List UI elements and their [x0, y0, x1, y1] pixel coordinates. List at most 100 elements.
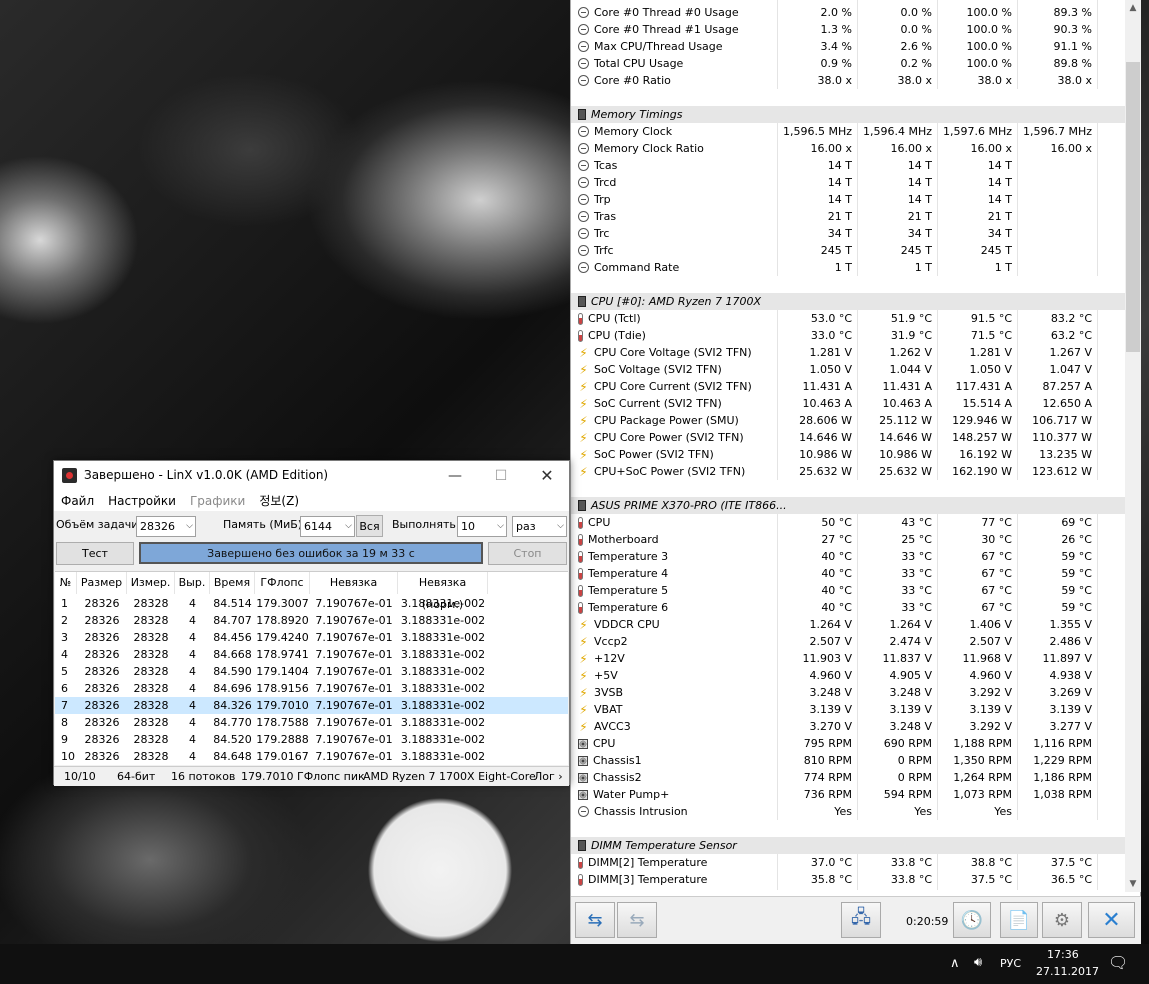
- sensor-group-header[interactable]: CPU [#0]: AMD Ryzen 7 1700X: [571, 293, 1125, 310]
- sensor-row[interactable]: Memory Clock 1,596.5 MHz 1,596.4 MHz 1,597.…: [571, 123, 1125, 140]
- sensor-row[interactable]: Trcd 14 T 14 T 14 T: [571, 174, 1125, 191]
- notifications-icon[interactable]: 🗨︎: [1108, 953, 1128, 972]
- sensor-row[interactable]: Chassis1 810 RPM 0 RPM 1,350 RPM 1,229 RPM: [571, 752, 1125, 769]
- sensor-row[interactable]: Trfc 245 T 245 T 245 T: [571, 242, 1125, 259]
- scroll-up-arrow-icon[interactable]: ▲: [1125, 0, 1141, 16]
- log-toggle[interactable]: Лог ›: [534, 770, 563, 783]
- column-header[interactable]: ГФлопс: [255, 572, 310, 594]
- sensor-row[interactable]: Max CPU/Thread Usage 3.4 % 2.6 % 100.0 % 91.…: [571, 38, 1125, 55]
- expand-columns-button[interactable]: ⇆: [575, 902, 615, 938]
- sensor-row[interactable]: Chassis2 774 RPM 0 RPM 1,264 RPM 1,186 RPM: [571, 769, 1125, 786]
- chevron-up-icon[interactable]: ∧: [950, 956, 960, 971]
- sensor-row[interactable]: Temperature 6 40 °C 33 °C 67 °C 59 °C: [571, 599, 1125, 616]
- table-row[interactable]: 9 28326 28328 4 84.520 179.2888 7.190767e-01 3.…: [55, 731, 568, 748]
- sensor-row[interactable]: CPU (Tctl) 53.0 °C 51.9 °C 91.5 °C 83.2 °C: [571, 310, 1125, 327]
- sensor-row[interactable]: ⚡ AVCC3 3.270 V 3.248 V 3.292 V 3.277 V: [571, 718, 1125, 735]
- all-memory-button[interactable]: Вся: [356, 515, 383, 537]
- stop-button[interactable]: Стоп: [488, 542, 567, 565]
- clock-date[interactable]: 27.11.2017: [1036, 965, 1099, 978]
- sensor-row[interactable]: ⚡ SoC Current (SVI2 TFN) 10.463 A 10.463 A 1…: [571, 395, 1125, 412]
- column-header[interactable]: №: [55, 572, 77, 594]
- sensor-row[interactable]: ⚡ 3VSB 3.248 V 3.248 V 3.292 V 3.269 V: [571, 684, 1125, 701]
- sensor-row[interactable]: CPU (Tdie) 33.0 °C 31.9 °C 71.5 °C 63.2 °C: [571, 327, 1125, 344]
- close-window-button[interactable]: ✕: [524, 461, 570, 490]
- maximize-button[interactable]: ☐: [478, 461, 524, 490]
- scroll-down-arrow-icon[interactable]: ▼: [1125, 876, 1141, 892]
- sensor-row[interactable]: DIMM[2] Temperature 37.0 °C 33.8 °C 38.8 °C…: [571, 854, 1125, 871]
- network-button[interactable]: 🖧: [841, 902, 881, 938]
- sensor-group-header[interactable]: Memory Timings: [571, 106, 1125, 123]
- minimize-button[interactable]: —: [432, 461, 478, 490]
- sensor-row[interactable]: Chassis Intrusion Yes Yes Yes: [571, 803, 1125, 820]
- task-size-select[interactable]: 28326 ⌵: [136, 516, 196, 537]
- table-row[interactable]: 10 28326 28328 4 84.648 179.0167 7.190767e-01 3…: [55, 748, 568, 765]
- sensor-group-header[interactable]: ASUS PRIME X370-PRO (ITE IT866...: [571, 497, 1125, 514]
- column-header[interactable]: Невязка (норм.): [398, 572, 488, 611]
- language-indicator[interactable]: РУС: [1000, 957, 1021, 970]
- table-row[interactable]: 2 28326 28328 4 84.707 178.8920 7.190767e-01 3.…: [55, 612, 568, 629]
- reset-clock-button[interactable]: 🕓: [953, 902, 991, 938]
- column-header[interactable]: Невязка: [310, 572, 398, 594]
- sensor-row[interactable]: ⚡ SoC Power (SVI2 TFN) 10.986 W 10.986 W 16.…: [571, 446, 1125, 463]
- sensor-row[interactable]: ⚡ VDDCR CPU 1.264 V 1.264 V 1.406 V 1.355 V: [571, 616, 1125, 633]
- table-row[interactable]: 6 28326 28328 4 84.696 178.9156 7.190767e-01 3.…: [55, 680, 568, 697]
- menu-file[interactable]: Файл: [61, 494, 94, 508]
- title-bar[interactable]: Завершено - LinX v1.0.0K (AMD Edition) —…: [54, 461, 569, 490]
- settings-button[interactable]: ⚙: [1042, 902, 1082, 938]
- run-unit-select[interactable]: раз ⌵: [512, 516, 567, 537]
- sensor-group-header[interactable]: DIMM Temperature Sensor: [571, 837, 1125, 854]
- column-header[interactable]: Выр.: [175, 572, 210, 594]
- menu-info[interactable]: 정보(Z): [259, 492, 299, 509]
- table-row[interactable]: 1 28326 28328 4 84.514 179.3007 7.190767e-01 3.…: [55, 595, 568, 612]
- menu-graphs[interactable]: Графики: [190, 494, 245, 508]
- test-button[interactable]: Тест: [56, 542, 134, 565]
- vertical-scrollbar[interactable]: ▲ ▼: [1125, 0, 1141, 892]
- sensor-row[interactable]: Trc 34 T 34 T 34 T: [571, 225, 1125, 242]
- sensor-row[interactable]: ⚡ +5V 4.960 V 4.905 V 4.960 V 4.938 V: [571, 667, 1125, 684]
- sensor-row[interactable]: Temperature 4 40 °C 33 °C 67 °C 59 °C: [571, 565, 1125, 582]
- sensor-row[interactable]: Total CPU Usage 0.9 % 0.2 % 100.0 % 89.8 %: [571, 55, 1125, 72]
- table-row[interactable]: 3 28326 28328 4 84.456 179.4240 7.190767e-01 3.…: [55, 629, 568, 646]
- memory-select[interactable]: 6144 ⌵: [300, 516, 355, 537]
- close-button[interactable]: ✕: [1088, 902, 1135, 938]
- menu-settings[interactable]: Настройки: [108, 494, 176, 508]
- sensor-row[interactable]: Tcas 14 T 14 T 14 T: [571, 157, 1125, 174]
- sensor-row[interactable]: Motherboard 27 °C 25 °C 30 °C 26 °C: [571, 531, 1125, 548]
- run-count-select[interactable]: 10 ⌵: [457, 516, 507, 537]
- sensor-row[interactable]: ⚡ VBAT 3.139 V 3.139 V 3.139 V 3.139 V: [571, 701, 1125, 718]
- sensor-row[interactable]: ⚡ Vccp2 2.507 V 2.474 V 2.507 V 2.486 V: [571, 633, 1125, 650]
- sensor-row[interactable]: Core #0 Thread #1 Usage 1.3 % 0.0 % 100.0 %…: [571, 21, 1125, 38]
- collapse-columns-button[interactable]: ⇆: [617, 902, 657, 938]
- sensor-row[interactable]: Core #0 Ratio 38.0 x 38.0 x 38.0 x 38.0 x: [571, 72, 1125, 89]
- column-header[interactable]: Время: [210, 572, 255, 594]
- sensor-row[interactable]: ⚡ CPU Core Voltage (SVI2 TFN) 1.281 V 1.262…: [571, 344, 1125, 361]
- sensor-row[interactable]: Tras 21 T 21 T 21 T: [571, 208, 1125, 225]
- table-row[interactable]: 5 28326 28328 4 84.590 179.1404 7.190767e-01 3.…: [55, 663, 568, 680]
- sensor-row[interactable]: Trp 14 T 14 T 14 T: [571, 191, 1125, 208]
- sensor-row[interactable]: CPU 795 RPM 690 RPM 1,188 RPM 1,116 RPM: [571, 735, 1125, 752]
- sensor-row[interactable]: Temperature 5 40 °C 33 °C 67 °C 59 °C: [571, 582, 1125, 599]
- sensor-row[interactable]: ⚡ SoC Voltage (SVI2 TFN) 1.050 V 1.044 V 1.0…: [571, 361, 1125, 378]
- sensor-row[interactable]: ⚡ CPU Core Power (SVI2 TFN) 14.646 W 14.646…: [571, 429, 1125, 446]
- sensor-row[interactable]: Temperature 3 40 °C 33 °C 67 °C 59 °C: [571, 548, 1125, 565]
- column-header[interactable]: Размер: [77, 572, 127, 594]
- clock-time[interactable]: 17:36: [1047, 948, 1079, 961]
- sensor-minimum-value: 594 RPM: [883, 788, 932, 801]
- sensor-row[interactable]: ⚡ CPU Package Power (SMU) 28.606 W 25.112 W…: [571, 412, 1125, 429]
- sensor-row[interactable]: Core #0 Thread #0 Usage 2.0 % 0.0 % 100.0 %…: [571, 4, 1125, 21]
- sensor-row[interactable]: CPU 50 °C 43 °C 77 °C 69 °C: [571, 514, 1125, 531]
- sensor-row[interactable]: DIMM[3] Temperature 35.8 °C 33.8 °C 37.5 °C…: [571, 871, 1125, 888]
- sensor-row[interactable]: ⚡ CPU Core Current (SVI2 TFN) 11.431 A 11.4…: [571, 378, 1125, 395]
- table-row[interactable]: 8 28326 28328 4 84.770 178.7588 7.190767e-01 3.…: [55, 714, 568, 731]
- table-row[interactable]: 7 28326 28328 4 84.326 179.7010 7.190767e-01 3.…: [55, 697, 568, 714]
- sensor-row[interactable]: ⚡ +12V 11.903 V 11.837 V 11.968 V 11.897 V: [571, 650, 1125, 667]
- sensor-row[interactable]: ⚡ CPU+SoC Power (SVI2 TFN) 25.632 W 25.632 …: [571, 463, 1125, 480]
- speaker-icon[interactable]: 🔊︎: [974, 955, 982, 970]
- sensor-row[interactable]: Memory Clock Ratio 16.00 x 16.00 x 16.00 x 1…: [571, 140, 1125, 157]
- logging-button[interactable]: 📄: [1000, 902, 1038, 938]
- sensor-row[interactable]: Water Pump+ 736 RPM 594 RPM 1,073 RPM 1,038 …: [571, 786, 1125, 803]
- scrollbar-thumb[interactable]: [1126, 62, 1140, 352]
- table-row[interactable]: 4 28326 28328 4 84.668 178.9741 7.190767e-01 3.…: [55, 646, 568, 663]
- column-header[interactable]: Измер.: [127, 572, 175, 594]
- sensor-row[interactable]: Command Rate 1 T 1 T 1 T: [571, 259, 1125, 276]
